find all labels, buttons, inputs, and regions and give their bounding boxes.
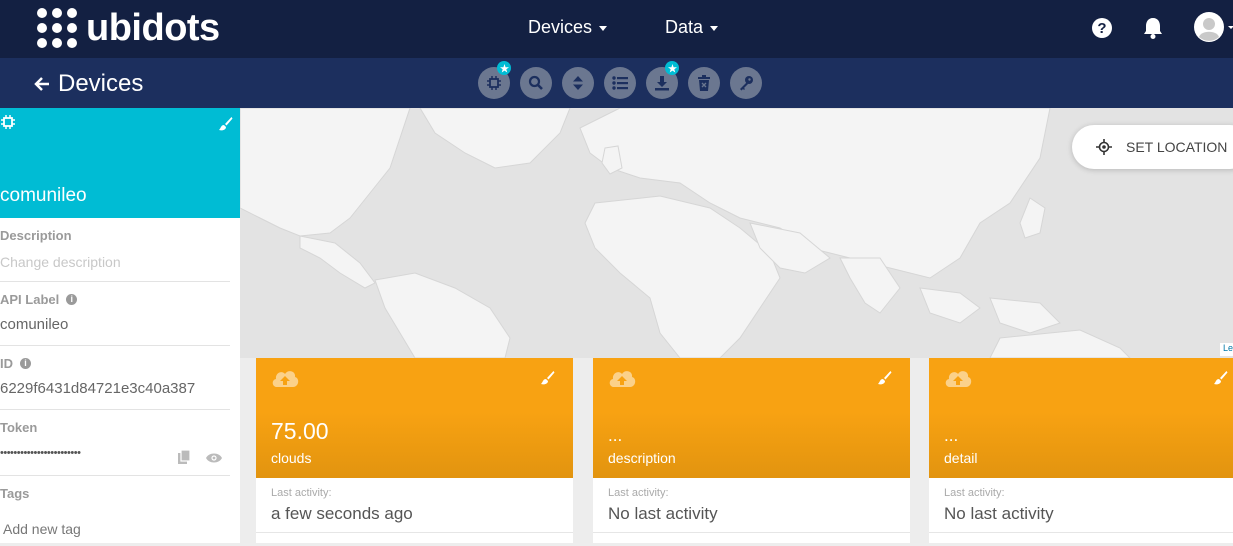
variable-card[interactable]: ... detail Last activity: No last activi… [929,358,1233,543]
page-title: Devices [58,70,144,97]
star-badge-icon [497,61,511,75]
ubidots-logo[interactable]: ubidots [36,7,220,49]
device-name: comunileo [0,185,87,206]
star-badge-icon [665,61,679,75]
cloud-upload-icon [608,368,636,393]
set-location-button[interactable]: SET LOCATION [1072,125,1233,169]
delete-button[interactable] [688,67,720,99]
tags-field: Tags Add new tag [0,486,230,546]
help-icon[interactable]: ? [1091,17,1113,44]
id-field: ID i 6229f6431d84721e3c40a387 [0,356,230,410]
variable-card[interactable]: 75.00 clouds Last activity: a few second… [256,358,573,543]
last-activity-label: Last activity: [944,487,1005,499]
info-icon[interactable]: i [20,358,31,369]
paintbrush-icon[interactable] [217,116,233,137]
key-icon [740,76,753,91]
variable-name: detail [944,450,978,466]
divider [929,532,1233,533]
paintbrush-icon[interactable] [876,370,892,391]
set-location-label: SET LOCATION [1126,139,1228,155]
api-label-value[interactable]: comunileo [0,316,230,333]
api-label-label-text: API Label [0,292,60,307]
trash-icon [698,75,710,91]
copy-icon[interactable] [178,449,191,469]
variable-name: description [608,450,676,466]
device-header: comunileo [0,108,240,218]
show-token-eye-icon[interactable] [206,451,222,469]
add-tag-input[interactable]: Add new tag [0,521,230,537]
api-key-button[interactable] [730,67,762,99]
variable-card-header: ... detail [929,358,1233,478]
variable-card-header: ... description [593,358,910,478]
caret-down-icon [710,26,719,31]
sort-icon [573,76,583,90]
nav-data-label: Data [665,17,704,37]
last-activity-value: No last activity [944,504,1054,523]
sort-button[interactable] [562,67,594,99]
variable-value: ... [608,426,623,445]
paintbrush-icon[interactable] [1212,370,1228,391]
download-button[interactable] [646,61,679,99]
variable-name: clouds [271,450,312,466]
paintbrush-icon[interactable] [539,370,555,391]
search-icon [528,75,543,90]
arrow-left-icon [34,77,49,91]
map-attribution[interactable]: Le [1220,343,1233,356]
caret-down-icon [599,26,608,31]
device-chip-icon [0,114,16,135]
last-activity-label: Last activity: [608,487,669,499]
nav-data-menu[interactable]: Data [665,17,719,38]
divider [593,532,910,533]
search-button[interactable] [520,67,552,99]
back-to-devices-link[interactable]: Devices [34,70,143,98]
id-label: ID i [0,356,230,371]
user-avatar-icon[interactable] [1194,12,1233,49]
device-details-panel: comunileo Description Change description… [0,108,240,543]
list-icon [612,76,628,90]
token-field: Token •••••••••••••••••••••••• [0,420,230,476]
description-input[interactable]: Change description [0,254,230,270]
api-label-label: API Label i [0,292,230,307]
info-icon[interactable]: i [66,294,78,305]
token-value: •••••••••••••••••••••••• [0,447,81,459]
description-label: Description [0,228,72,243]
cloud-upload-icon [944,368,972,393]
divider [256,532,573,533]
crosshair-icon [1096,139,1112,155]
download-icon [655,76,669,91]
cloud-upload-icon [271,368,299,393]
nav-devices-menu[interactable]: Devices [528,17,608,38]
logo-dots-icon [36,7,78,49]
variable-value: 75.00 [271,418,329,444]
nav-devices-label: Devices [528,17,593,37]
api-label-field: API Label i comunileo [0,292,230,346]
description-field: Description Change description [0,228,230,282]
variable-card-header: 75.00 clouds [256,358,573,478]
list-view-button[interactable] [604,67,636,99]
brand-name: ubidots [86,7,220,49]
device-type-button[interactable] [478,61,511,99]
last-activity-value: No last activity [608,504,718,523]
chip-icon [487,76,501,90]
tags-label: Tags [0,486,30,501]
notifications-bell-icon[interactable] [1142,16,1164,45]
last-activity-label: Last activity: [271,487,332,499]
variable-card[interactable]: ... description Last activity: No last a… [593,358,910,543]
id-value: 6229f6431d84721e3c40a387 [0,380,196,397]
variable-value: ... [944,426,959,445]
token-label: Token [0,420,38,435]
devices-toolbar: Devices [0,58,1233,108]
last-activity-value: a few seconds ago [271,504,413,523]
svg-text:?: ? [1097,20,1106,37]
top-navbar: ubidots Devices Data ? [0,0,1233,58]
id-label-text: ID [0,356,13,371]
